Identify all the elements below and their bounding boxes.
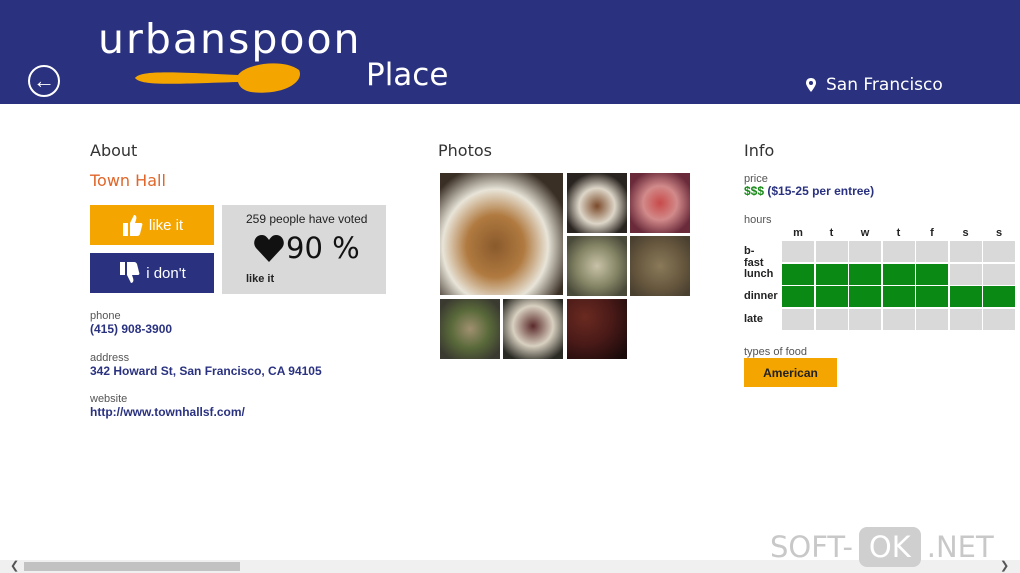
hours-cell bbox=[815, 308, 848, 330]
day-header: m bbox=[793, 227, 803, 239]
hours-cell bbox=[782, 286, 814, 307]
meal-label: dinner bbox=[744, 290, 778, 302]
scroll-left-icon[interactable]: ❮ bbox=[10, 560, 19, 573]
price-symbol: $$$ bbox=[744, 184, 765, 198]
app-header: ← urbanspoon Place San Francisco bbox=[0, 0, 1020, 104]
day-header: s bbox=[995, 227, 1003, 239]
meal-label: late bbox=[744, 312, 763, 325]
hours-label: hours bbox=[744, 214, 772, 226]
hours-cell bbox=[849, 286, 881, 307]
page-title: Place bbox=[366, 57, 449, 93]
thumbs-up-icon bbox=[122, 215, 143, 236]
hours-cell bbox=[782, 263, 814, 285]
dislike-button[interactable]: i don't bbox=[90, 253, 214, 293]
phone-link[interactable]: (415) 908-3900 bbox=[90, 322, 172, 336]
like-percentage: 90 % bbox=[254, 231, 360, 265]
watermark-right: .NET bbox=[926, 530, 994, 564]
photo-thumbnail[interactable] bbox=[567, 299, 627, 359]
hours-cell bbox=[983, 308, 1015, 330]
spoon-logo-icon bbox=[135, 63, 300, 93]
hours-cell bbox=[949, 286, 982, 307]
thumbs-down-icon bbox=[120, 262, 140, 283]
address-link[interactable]: 342 Howard St, San Francisco, CA 94105 bbox=[90, 364, 322, 378]
photo-thumbnail[interactable] bbox=[630, 236, 690, 296]
location-label: San Francisco bbox=[826, 75, 943, 95]
photo-thumbnail[interactable] bbox=[567, 236, 627, 296]
like-caption: like it bbox=[246, 273, 275, 285]
hours-cell bbox=[916, 241, 948, 262]
photo-thumbnail[interactable] bbox=[567, 173, 627, 233]
website-link[interactable]: http://www.townhallsf.com/ bbox=[90, 405, 245, 419]
phone-label: phone bbox=[90, 310, 121, 322]
logo-text: urbanspoon bbox=[98, 15, 362, 63]
watermark: SOFT- OK .NET bbox=[770, 527, 994, 567]
hours-cell bbox=[983, 263, 1015, 285]
photo-thumbnail[interactable] bbox=[440, 173, 563, 295]
watermark-ok: OK bbox=[858, 527, 921, 567]
day-header: w bbox=[860, 227, 870, 239]
info-heading: Info bbox=[744, 141, 775, 160]
vote-summary: 259 people have voted 90 % like it bbox=[222, 205, 386, 294]
map-pin-icon bbox=[806, 78, 816, 92]
hours-cell bbox=[916, 286, 948, 307]
price-range: ($15-25 per entree) bbox=[767, 184, 875, 198]
scroll-thumb[interactable] bbox=[24, 562, 240, 571]
photo-thumbnail[interactable] bbox=[630, 173, 690, 233]
restaurant-name: Town Hall bbox=[90, 171, 166, 190]
hours-cell bbox=[849, 241, 881, 262]
day-header: s bbox=[962, 227, 969, 239]
hours-cell bbox=[983, 286, 1015, 307]
website-label: website bbox=[90, 393, 128, 405]
day-header: t bbox=[829, 227, 834, 239]
dislike-label: i don't bbox=[146, 264, 186, 282]
back-arrow-icon[interactable]: ← bbox=[28, 65, 60, 97]
hours-cell bbox=[916, 263, 948, 285]
scroll-right-icon[interactable]: ❯ bbox=[1000, 560, 1009, 573]
hours-cell bbox=[882, 286, 915, 307]
photos-heading: Photos bbox=[438, 141, 492, 160]
hours-cell bbox=[882, 308, 915, 330]
like-button[interactable]: like it bbox=[90, 205, 214, 245]
hours-cell bbox=[983, 241, 1015, 262]
about-heading: About bbox=[90, 141, 138, 160]
day-header: f bbox=[930, 227, 934, 239]
hours-cell bbox=[916, 308, 948, 330]
hours-cell bbox=[815, 286, 848, 307]
food-type-label: types of food bbox=[744, 346, 807, 358]
meal-label: b-fast bbox=[744, 245, 764, 269]
hours-cell bbox=[782, 241, 814, 262]
hours-cell bbox=[815, 263, 848, 285]
hours-cell bbox=[782, 308, 814, 330]
photo-thumbnail[interactable] bbox=[440, 299, 500, 359]
hours-cell bbox=[882, 263, 915, 285]
watermark-left: SOFT- bbox=[770, 530, 853, 564]
food-type-button[interactable]: American bbox=[744, 358, 837, 387]
hours-cell bbox=[815, 241, 848, 262]
like-label: like it bbox=[148, 216, 184, 234]
hours-cell bbox=[849, 263, 881, 285]
price-value: $$$ ($15-25 per entree) bbox=[744, 184, 874, 198]
hours-cell bbox=[849, 308, 881, 330]
day-header: t bbox=[896, 227, 901, 239]
hours-cell bbox=[949, 241, 982, 262]
hours-cell bbox=[949, 263, 982, 285]
address-label: address bbox=[90, 352, 130, 364]
percent-value: 90 % bbox=[286, 231, 360, 265]
location-selector[interactable]: San Francisco bbox=[806, 75, 943, 95]
hours-cell bbox=[882, 241, 915, 262]
photo-thumbnail[interactable] bbox=[503, 299, 563, 359]
vote-count: 259 people have voted bbox=[246, 212, 368, 226]
meal-label: lunch bbox=[744, 267, 774, 280]
heart-icon bbox=[254, 234, 284, 262]
hours-cell bbox=[949, 308, 982, 330]
